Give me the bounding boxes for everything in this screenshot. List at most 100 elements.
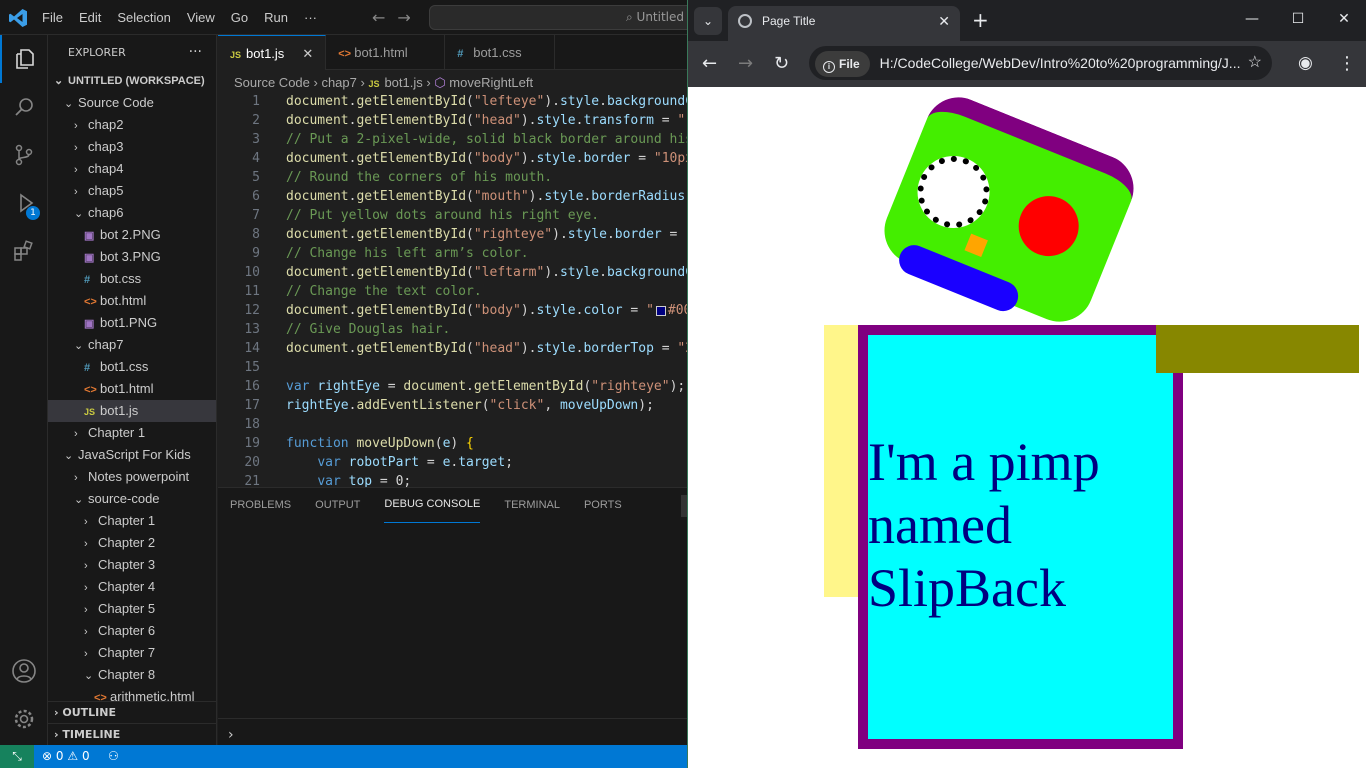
close-icon[interactable]: ✕ [302,46,313,61]
debug-status-icon[interactable]: ⚇ [108,745,119,768]
tree-file[interactable]: ▣ bot 3.PNG [48,246,216,268]
tab-terminal[interactable]: TERMINAL [504,488,560,523]
account-icon[interactable] [0,647,48,695]
line-number: 7 [252,208,260,223]
tree-folder[interactable]: ⌄ chap7 [48,334,216,356]
tree-folder[interactable]: › Notes powerpoint [48,466,216,488]
tree-folder[interactable]: ⌄ Chapter 8 [48,664,216,686]
tree-folder[interactable]: › chap5 [48,180,216,202]
robot-right-eye[interactable] [1009,187,1088,266]
extensions-icon[interactable] [0,227,48,275]
command-center[interactable]: ⌕ Untitled [429,5,699,30]
tree-folder[interactable]: › Chapter 1 [48,510,216,532]
more-actions-icon[interactable]: ··· [189,35,202,70]
tree-file[interactable]: # bot.css [48,268,216,290]
vscode-logo-icon [9,9,27,27]
run-debug-icon[interactable]: 1 [0,179,48,227]
profile-icon[interactable]: ◉ [1298,53,1313,73]
tab-debug-console[interactable]: DEBUG CONSOLE [384,488,481,523]
code-line: 7 // Put yellow dots around his right eye… [218,206,687,225]
tree-file[interactable]: # bot1.css [48,356,216,378]
tab-bot1-js[interactable]: JS bot1.js ✕ [218,35,327,70]
line-number: 17 [244,398,260,413]
site-info-chip[interactable]: i File [815,51,870,77]
tab-bot1-html[interactable]: <> bot1.html [326,35,446,70]
line-content: // Put yellow dots around his right eye. [286,206,599,225]
tree-file[interactable]: <> bot.html [48,290,216,312]
line-number: 10 [244,265,260,280]
browser-window: ⌄ Page Title ✕ + — ☐ ✕ ← → ↻ i File H:/Cod… [687,0,1366,768]
back-arrow-icon[interactable]: ← [702,53,717,74]
tree-folder[interactable]: › Chapter 7 [48,642,216,664]
maximize-icon[interactable]: ☐ [1275,0,1321,41]
line-content: var robotPart = e.target; [286,453,513,472]
forward-arrow-icon[interactable]: → [738,53,753,74]
settings-gear-icon[interactable] [0,695,48,743]
breadcrumb-item[interactable]: bot1.js [384,75,422,90]
menu-view[interactable]: View [179,10,223,25]
breadcrumb-item[interactable]: moveRightLeft [449,75,533,90]
menu-selection[interactable]: Selection [109,10,178,25]
timeline-section[interactable]: › TIMELINE [48,723,216,745]
tree-folder[interactable]: › Chapter 6 [48,620,216,642]
breadcrumb-item[interactable]: chap7 [321,75,356,90]
code-line: 18 [218,415,687,434]
tree-folder[interactable]: ⌄ source-code [48,488,216,510]
code-token: ). [520,303,537,318]
tree-folder[interactable]: ⌄ Source Code [48,92,216,114]
back-arrow-icon[interactable]: ← [372,8,385,27]
menu-edit[interactable]: Edit [71,10,109,25]
tree-file[interactable]: <> bot1.html [48,378,216,400]
breadcrumb-item[interactable]: Source Code [234,75,310,90]
tree-folder[interactable]: › chap3 [48,136,216,158]
code-token: getElementById [356,303,467,318]
code-line: 11 // Change the text color. [218,282,687,301]
tab-problems[interactable]: PROBLEMS [230,488,291,523]
workspace-header[interactable]: ⌄ UNTITLED (WORKSPACE) [48,70,216,92]
menu-run[interactable]: Run [256,10,296,25]
menu-go[interactable]: Go [223,10,256,25]
code-token: style [567,227,607,242]
explorer-icon[interactable] [0,35,48,83]
minimize-icon[interactable]: — [1229,0,1275,41]
line-content: var top = 0; [286,472,411,487]
line-number: 5 [252,170,260,185]
tab-search-chevron-icon[interactable]: ⌄ [694,7,722,35]
tree-folder[interactable]: ⌄ JavaScript For Kids [48,444,216,466]
problems-status[interactable]: ⊗ 0 ⚠ 0 [42,745,90,768]
css-file-icon: # [84,362,91,374]
tab-bot1-css[interactable]: # bot1.css [445,35,556,70]
tree-folder[interactable]: › Chapter 3 [48,554,216,576]
tree-folder[interactable]: › Chapter 5 [48,598,216,620]
tree-folder[interactable]: › Chapter 2 [48,532,216,554]
close-icon[interactable]: ✕ [938,6,950,36]
search-icon[interactable] [0,83,48,131]
menu-file[interactable]: File [34,10,71,25]
tree-file[interactable]: JS bot1.js [48,400,216,422]
tree-folder[interactable]: › chap4 [48,158,216,180]
menu-kebab-icon[interactable]: ⋮ [1338,53,1356,74]
tree-file[interactable]: ▣ bot1.PNG [48,312,216,334]
address-bar[interactable]: i File H:/CodeCollege/WebDev/Intro%20to%20… [809,46,1272,80]
bookmark-star-icon[interactable]: ☆ [1248,46,1262,80]
code-token: ( [434,436,443,451]
tree-folder[interactable]: › chap2 [48,114,216,136]
tree-folder[interactable]: › Chapter 1 [48,422,216,444]
chevron-right-icon: › [74,186,78,198]
browser-tab[interactable]: Page Title ✕ [728,6,960,41]
reload-icon[interactable]: ↻ [774,53,789,74]
code-editor[interactable]: 1 document.getElementById("lefteye").styl… [218,92,687,487]
tab-ports[interactable]: PORTS [584,488,622,523]
tree-file[interactable]: ▣ bot 2.PNG [48,224,216,246]
source-control-icon[interactable] [0,131,48,179]
new-tab-plus-icon[interactable]: + [972,8,989,32]
tree-folder[interactable]: ⌄ chap6 [48,202,216,224]
close-window-icon[interactable]: ✕ [1321,0,1366,41]
tab-output[interactable]: OUTPUT [315,488,360,523]
remote-icon[interactable]: ⤡ [0,745,34,768]
menu-more[interactable]: ··· [296,10,325,25]
tree-folder[interactable]: › Chapter 4 [48,576,216,598]
outline-section[interactable]: › OUTLINE [48,701,216,723]
forward-arrow-icon[interactable]: → [397,8,410,27]
